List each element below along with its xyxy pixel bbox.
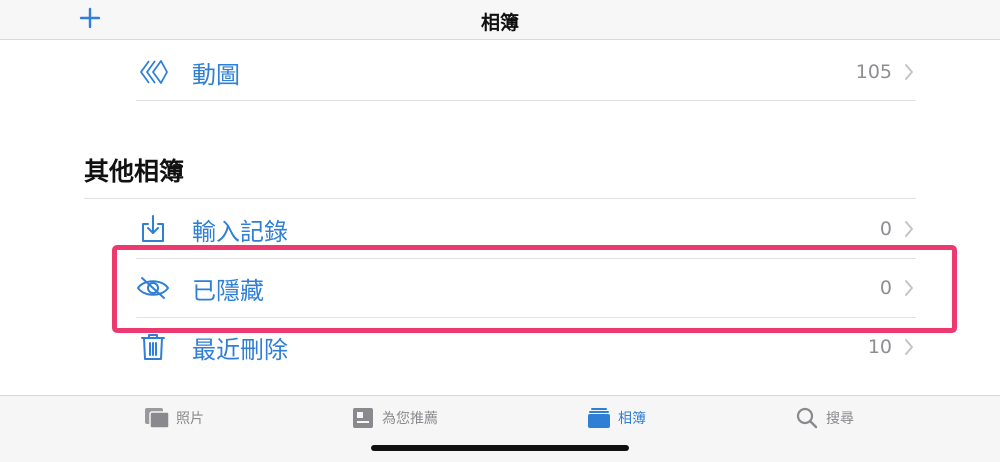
section-title-other-albums: 其他相簿 [84,157,185,186]
album-row-hidden[interactable]: 已隱藏 0 [136,259,916,317]
chevron-right-icon [904,337,916,357]
tab-albums[interactable]: 相簿 [586,404,646,432]
albums-icon [586,405,612,431]
album-count: 0 [879,277,892,299]
chevron-right-icon [904,62,916,82]
tab-label: 照片 [176,411,204,427]
album-row-recently-deleted[interactable]: 最近刪除 10 [136,318,916,376]
import-icon [136,212,170,246]
album-label: 最近刪除 [192,335,288,364]
search-icon [794,405,820,431]
album-row-animated[interactable]: 動圖 105 [136,43,916,101]
tab-label: 為您推薦 [382,411,438,427]
album-label: 動圖 [192,60,240,89]
photos-icon [144,405,170,431]
album-count: 105 [855,61,892,83]
eye-slash-icon [136,271,170,305]
tab-label: 搜尋 [826,411,854,427]
tab-label: 相簿 [618,411,646,427]
album-row-imports[interactable]: 輸入記錄 0 [136,200,916,258]
album-count: 10 [867,336,892,358]
page-title: 相簿 [480,12,519,34]
animated-icon [136,55,170,89]
album-count: 0 [879,218,892,240]
tab-for-you[interactable]: 為您推薦 [350,404,438,432]
album-label: 輸入記錄 [192,217,288,246]
chevron-right-icon [904,278,916,298]
home-indicator [371,445,629,451]
tab-bar: 照片 為您推薦 相簿 搜尋 [0,395,1000,462]
tab-search[interactable]: 搜尋 [794,404,854,432]
row-divider [136,100,916,101]
section-divider [84,198,916,199]
navigation-bar: 相簿 [0,0,1000,40]
for-you-icon [350,405,376,431]
trash-icon [136,330,170,364]
album-label: 已隱藏 [192,276,264,305]
tab-photos[interactable]: 照片 [144,404,204,432]
chevron-right-icon [904,219,916,239]
